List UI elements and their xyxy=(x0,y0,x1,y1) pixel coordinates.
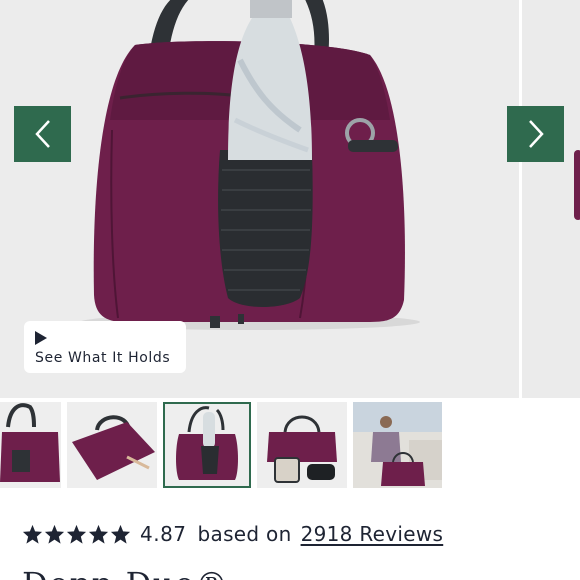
thumbnail-3-active[interactable] xyxy=(163,402,251,488)
next-slide-bag-edge xyxy=(574,150,580,220)
chevron-left-icon xyxy=(34,120,50,148)
product-rating: 4.87 based on 2918 Reviews xyxy=(22,520,443,548)
star-icon xyxy=(110,524,131,544)
thumbnail-4[interactable] xyxy=(257,402,347,488)
product-title: Dopp Duo® xyxy=(22,568,229,580)
star-icon xyxy=(44,524,65,544)
thumbnail-1[interactable] xyxy=(0,402,61,488)
thumbnail-2[interactable] xyxy=(67,402,157,488)
next-slide-peek xyxy=(519,0,580,398)
star-icon xyxy=(88,524,109,544)
rating-value: 4.87 xyxy=(140,522,187,546)
chevron-right-icon xyxy=(528,120,544,148)
see-what-it-holds-button[interactable]: See What It Holds xyxy=(24,321,186,373)
rating-based-on-text: based on xyxy=(197,522,292,546)
rating-stars xyxy=(22,524,131,544)
thumbnail-5[interactable] xyxy=(353,402,442,488)
gallery-next-button[interactable] xyxy=(507,106,564,162)
star-icon xyxy=(22,524,43,544)
play-icon xyxy=(35,331,47,345)
thumbnail-strip xyxy=(0,398,580,490)
star-icon xyxy=(66,524,87,544)
gallery-prev-button[interactable] xyxy=(14,106,71,162)
see-what-it-holds-label: See What It Holds xyxy=(35,350,171,366)
reviews-link[interactable]: 2918 Reviews xyxy=(301,522,444,546)
product-gallery: See What It Holds xyxy=(0,0,580,398)
